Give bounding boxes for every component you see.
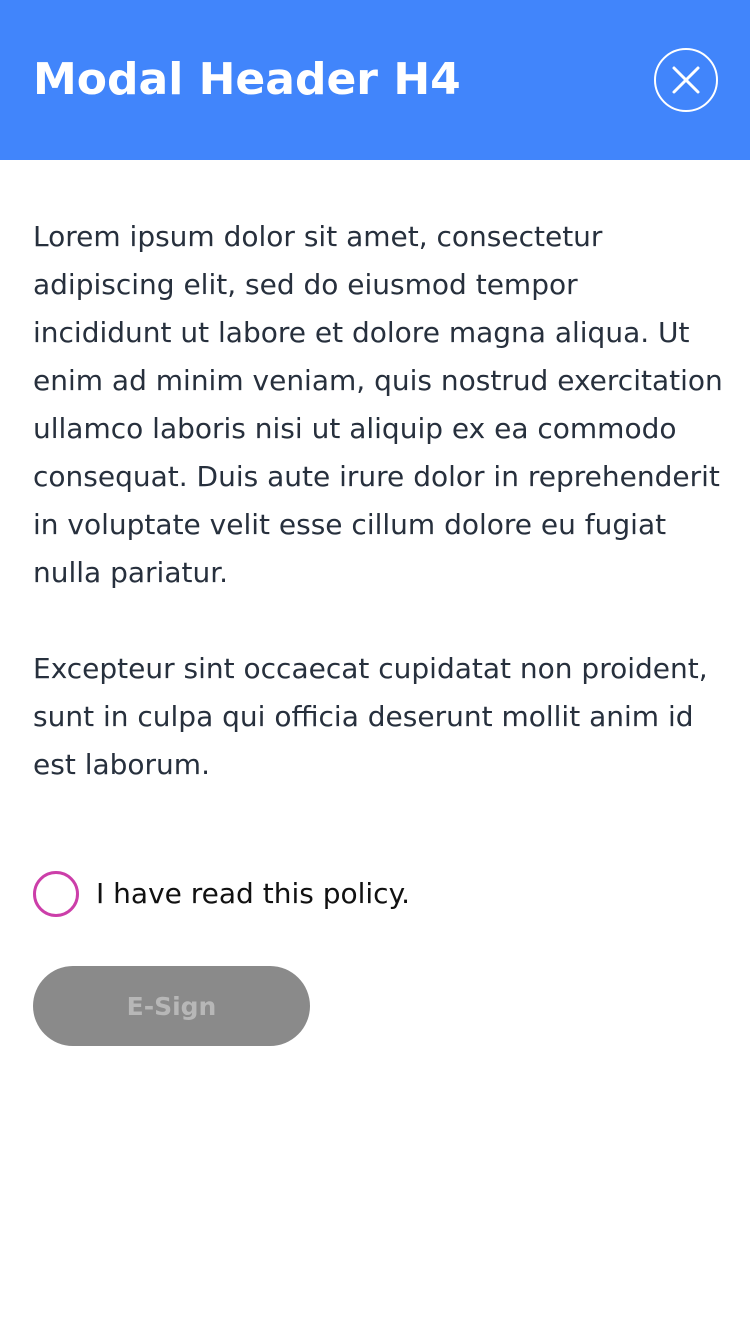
policy-modal: Modal Header H4 Lorem ipsum dolor sit am…: [0, 0, 750, 1334]
close-icon: [672, 66, 700, 94]
policy-label: I have read this policy.: [96, 877, 411, 910]
policy-acknowledgement[interactable]: I have read this policy.: [33, 870, 410, 918]
esign-button[interactable]: E-Sign: [33, 966, 310, 1046]
policy-paragraph-1: Lorem ipsum dolor sit amet, consectetur …: [33, 220, 723, 589]
policy-paragraph-2: Excepteur sint occaecat cupidatat non pr…: [33, 652, 708, 781]
modal-title: Modal Header H4: [33, 54, 461, 105]
esign-button-label: E-Sign: [126, 991, 217, 1021]
modal-body: Lorem ipsum dolor sit amet, consectetur …: [33, 213, 723, 789]
policy-radio-button[interactable]: [33, 871, 79, 917]
close-button[interactable]: [654, 48, 718, 112]
modal-header: Modal Header H4: [0, 0, 750, 160]
